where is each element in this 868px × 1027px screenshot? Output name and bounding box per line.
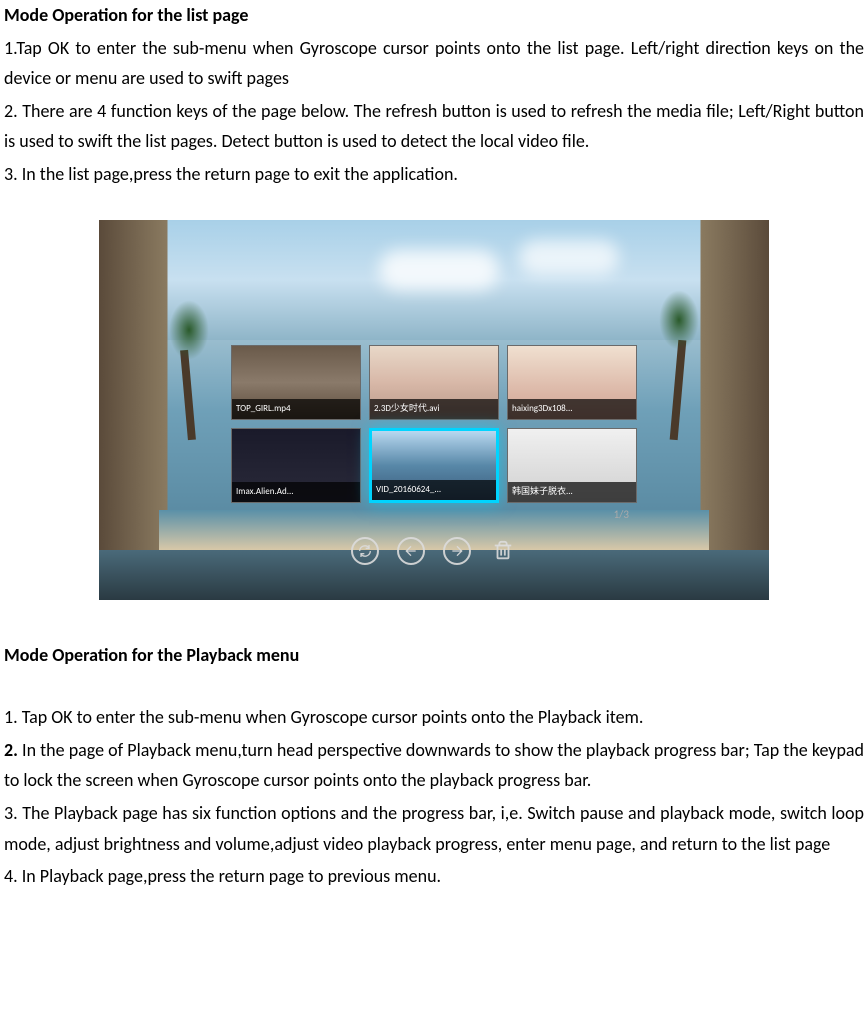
p2-rest: In the page of Playback menu,turn head p…: [4, 739, 864, 792]
refresh-button[interactable]: [351, 537, 379, 565]
thumb-label: 韩国妹子脱衣...: [508, 482, 636, 501]
video-thumb[interactable]: haixing3Dx108...: [507, 345, 637, 420]
video-thumb[interactable]: TOP_GIRL.mp4: [231, 345, 361, 420]
section1-heading: Mode Operation for the list page: [4, 0, 864, 31]
thumb-label: 2.3D少女时代.avi: [370, 399, 498, 418]
video-thumb-selected[interactable]: VID_20160624_...: [369, 428, 499, 503]
arrow-left-icon: [403, 543, 419, 559]
video-thumb[interactable]: 韩国妹子脱衣...: [507, 428, 637, 503]
prev-button[interactable]: [397, 537, 425, 565]
section2-p1: 1. Tap OK to enter the sub-menu when Gyr…: [4, 702, 864, 733]
thumb-label: VID_20160624_...: [372, 480, 496, 499]
arrow-right-icon: [449, 543, 465, 559]
video-thumb[interactable]: 2.3D少女时代.avi: [369, 345, 499, 420]
cloud: [519, 240, 619, 275]
wall-left: [99, 220, 168, 600]
refresh-icon: [357, 543, 373, 559]
page-indicator: 1/3: [614, 506, 629, 525]
thumb-label: TOP_GIRL.mp4: [232, 399, 360, 418]
video-thumbnails-grid: TOP_GIRL.mp4 2.3D少女时代.avi haixing3Dx108.…: [231, 345, 637, 503]
video-thumb[interactable]: Imax.Alien.Ad...: [231, 428, 361, 503]
palm-tree-right: [659, 290, 699, 440]
section2-p2: 2. In the page of Playback menu,turn hea…: [4, 735, 864, 796]
thumb-label: Imax.Alien.Ad...: [232, 482, 360, 501]
section2-heading: Mode Operation for the Playback menu: [4, 640, 864, 671]
trash-icon: [492, 540, 514, 562]
p2-bold-prefix: 2.: [4, 739, 18, 761]
toolbar: [351, 537, 517, 565]
palm-tree-left: [169, 300, 209, 440]
next-button[interactable]: [443, 537, 471, 565]
cloud: [379, 250, 499, 290]
vr-screenshot: TOP_GIRL.mp4 2.3D少女时代.avi haixing3Dx108.…: [99, 220, 769, 600]
wall-right: [700, 220, 769, 600]
section2-p3: 3. The Playback page has six function op…: [4, 798, 864, 859]
section1-p2: 2. There are 4 function keys of the page…: [4, 96, 864, 157]
thumb-label: haixing3Dx108...: [508, 399, 636, 418]
section2-p4: 4. In Playback page,press the return pag…: [4, 861, 864, 892]
section1-p1: 1.Tap OK to enter the sub-menu when Gyro…: [4, 33, 864, 94]
delete-button[interactable]: [489, 537, 517, 565]
section1-p3: 3. In the list page,press the return pag…: [4, 159, 864, 190]
